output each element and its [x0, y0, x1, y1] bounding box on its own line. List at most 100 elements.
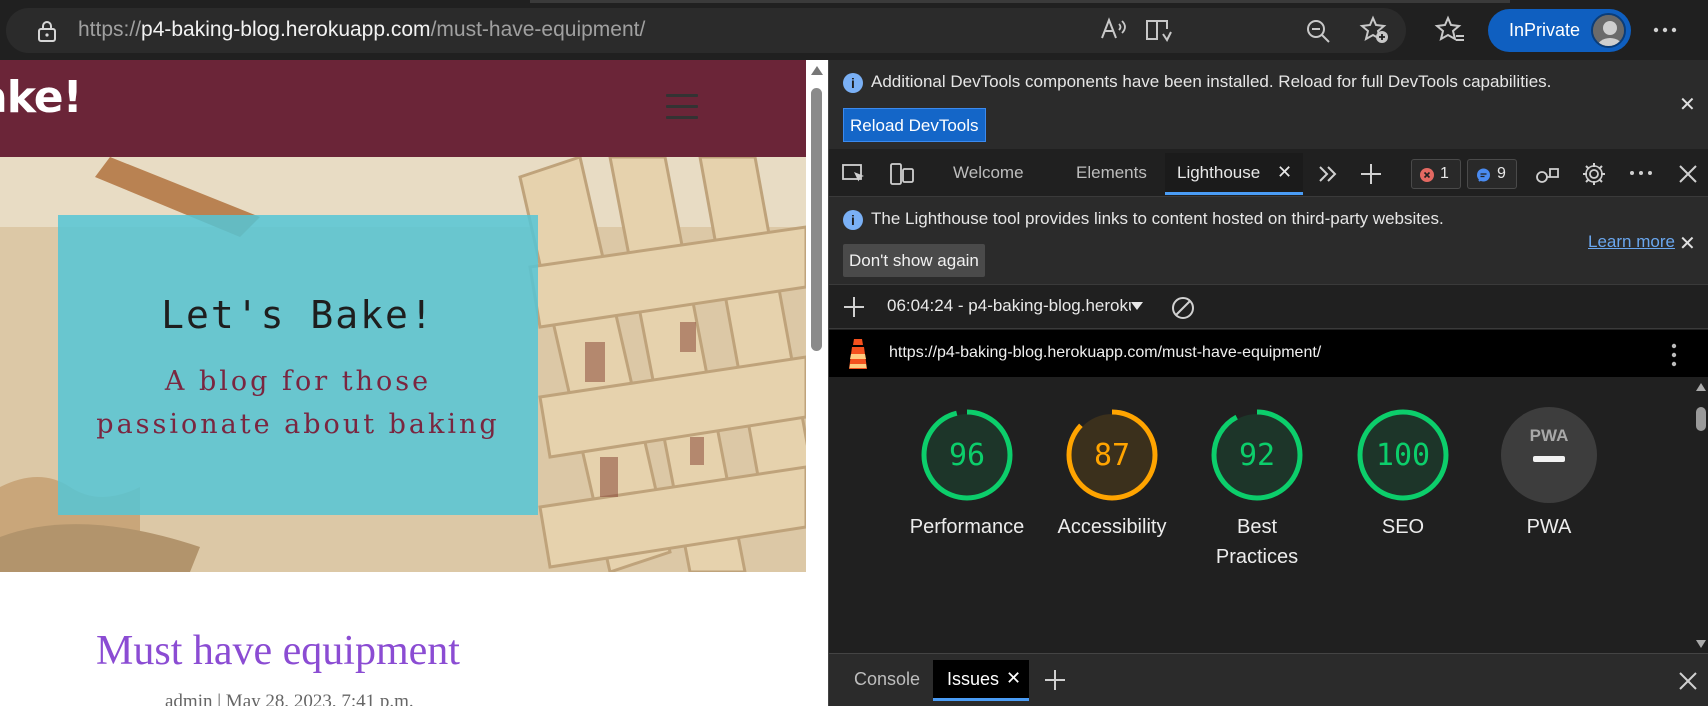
- report-menu-icon[interactable]: [1669, 342, 1679, 368]
- device-emulation-icon[interactable]: [889, 161, 915, 187]
- network-conditions-icon[interactable]: [1534, 161, 1560, 187]
- lock-icon[interactable]: [36, 19, 58, 43]
- post-title: Must have equipment: [96, 628, 460, 674]
- url-text[interactable]: https://p4-baking-blog.herokuapp.com/mus…: [78, 18, 645, 42]
- page-scrollbar[interactable]: [806, 60, 828, 706]
- close-devtools-icon[interactable]: [1677, 163, 1699, 185]
- install-notice-text: Additional DevTools components have been…: [871, 72, 1552, 91]
- pwa-badge-text: PWA: [1530, 426, 1569, 445]
- score-label: Best Practices: [1215, 516, 1299, 568]
- page-scrollbar-thumb[interactable]: [811, 88, 822, 351]
- dont-show-again-button[interactable]: Don't show again: [843, 244, 985, 277]
- close-tab-icon[interactable]: ✕: [1006, 668, 1021, 689]
- lighthouse-notice-text: The Lighthouse tool provides links to co…: [871, 209, 1444, 228]
- drawer-tab-issues[interactable]: Issues ✕: [933, 660, 1029, 701]
- score-label: Accessibility: [1057, 516, 1167, 538]
- score-gauge-performance[interactable]: 96: [919, 407, 1015, 503]
- add-drawer-tab-icon[interactable]: [1043, 668, 1067, 692]
- tab-strip-edge: [530, 0, 1510, 3]
- site-header: ake!: [0, 60, 806, 157]
- close-icon[interactable]: ✕: [1679, 233, 1696, 253]
- browser-toolbar: https://p4-baking-blog.herokuapp.com/mus…: [0, 0, 1708, 60]
- error-icon: [1420, 168, 1434, 182]
- inprivate-button[interactable]: InPrivate: [1488, 9, 1631, 52]
- new-report-plus-icon[interactable]: [843, 296, 865, 318]
- hero-subtitle-line-1: A blog for those: [164, 366, 432, 397]
- scroll-up-arrow-icon[interactable]: [811, 66, 823, 75]
- drawer-tab-console[interactable]: Console: [854, 669, 920, 690]
- site-logo[interactable]: ake!: [0, 72, 83, 123]
- inprivate-label: InPrivate: [1509, 20, 1581, 40]
- drawer-tab-issues-label: Issues: [947, 669, 1000, 689]
- url-path: /must-have-equipment/: [430, 18, 646, 41]
- zoom-out-icon[interactable]: [1303, 16, 1335, 48]
- score-value: 100: [1376, 438, 1430, 473]
- add-tab-icon[interactable]: [1359, 162, 1383, 186]
- profile-avatar: [1591, 13, 1626, 48]
- score-label: PWA: [1526, 516, 1572, 538]
- install-notice-bar: i Additional DevTools components have be…: [829, 60, 1708, 149]
- settings-gear-icon[interactable]: [1581, 161, 1607, 187]
- hero-subtitle-line-2: passionate about baking: [96, 409, 500, 440]
- url-prefix: https://: [78, 18, 142, 41]
- tab-lighthouse-label: Lighthouse: [1177, 163, 1261, 182]
- scroll-up-arrow-icon[interactable]: [1696, 382, 1706, 392]
- inspect-element-icon[interactable]: [841, 162, 867, 186]
- scroll-down-arrow-icon[interactable]: [1696, 639, 1706, 649]
- message-icon: [1477, 168, 1490, 182]
- add-favorite-icon[interactable]: [1359, 14, 1391, 46]
- lighthouse-notice-bar: i The Lighthouse tool provides links to …: [829, 197, 1708, 284]
- tab-lighthouse[interactable]: Lighthouse ✕: [1165, 153, 1303, 195]
- post-meta: admin | May 28, 2023, 7:41 p.m.: [165, 691, 414, 706]
- address-bar[interactable]: https://p4-baking-blog.herokuapp.com/mus…: [6, 8, 1406, 53]
- devtools-tab-bar: Welcome Elements Lighthouse ✕ 1 9: [829, 149, 1708, 197]
- report-toolbar: 06:04:24 - p4-baking-blog.herokuapp.com: [829, 284, 1708, 329]
- more-tabs-chevron-icon[interactable]: [1317, 164, 1339, 184]
- score-value: 92: [1239, 438, 1275, 473]
- report-scrollbar[interactable]: [1693, 377, 1708, 673]
- report-selector[interactable]: 06:04:24 - p4-baking-blog.herokuapp.com: [887, 296, 1131, 320]
- score-value: 87: [1094, 438, 1130, 473]
- score-value: 96: [949, 438, 985, 473]
- score-gauge-pwa[interactable]: PWA: [1501, 407, 1597, 503]
- close-tab-icon[interactable]: ✕: [1277, 162, 1292, 183]
- lighthouse-scores: 96 Performance 87 Accessibility 92 Best Pract…: [829, 377, 1693, 673]
- favorites-icon[interactable]: [1434, 14, 1466, 46]
- read-aloud-icon[interactable]: [1097, 14, 1129, 46]
- pwa-dash: [1533, 456, 1565, 462]
- close-drawer-icon[interactable]: [1678, 671, 1698, 691]
- hero-subtitle: A blog for those passionate about baking: [58, 360, 538, 446]
- customize-more-icon[interactable]: [1628, 163, 1654, 183]
- message-count: 9: [1497, 165, 1506, 182]
- reload-devtools-button[interactable]: Reload DevTools: [843, 108, 986, 142]
- immersive-reader-icon[interactable]: [1143, 14, 1175, 46]
- url-domain: p4-baking-blog.herokuapp.com: [141, 18, 431, 41]
- learn-more-link[interactable]: Learn more: [1588, 232, 1675, 252]
- info-icon: i: [843, 73, 863, 93]
- close-icon[interactable]: ✕: [1679, 94, 1696, 114]
- score-label: Performance: [909, 516, 1025, 538]
- hero-banner: Let's Bake! A blog for those passionate …: [0, 157, 806, 572]
- score-label: SEO: [1381, 516, 1425, 538]
- more-options-icon[interactable]: [1649, 14, 1681, 46]
- report-scrollbar-thumb[interactable]: [1696, 407, 1706, 431]
- clear-reports-icon[interactable]: [1170, 295, 1196, 321]
- dropdown-caret-icon[interactable]: [1131, 302, 1143, 310]
- report-url: https://p4-baking-blog.herokuapp.com/mus…: [889, 344, 1322, 361]
- message-count-badge[interactable]: 9: [1467, 159, 1517, 189]
- info-icon: i: [843, 210, 863, 230]
- error-count-badge[interactable]: 1: [1411, 159, 1461, 189]
- score-gauge-best-practices[interactable]: 92: [1209, 407, 1305, 503]
- report-url-bar: https://p4-baking-blog.herokuapp.com/mus…: [829, 330, 1708, 377]
- error-count: 1: [1440, 165, 1449, 182]
- hero-title: Let's Bake!: [161, 293, 435, 337]
- tab-welcome[interactable]: Welcome: [953, 163, 1024, 183]
- devtools-drawer: Console Issues ✕: [829, 653, 1708, 706]
- tab-elements[interactable]: Elements: [1076, 163, 1147, 183]
- score-gauge-seo[interactable]: 100: [1355, 407, 1451, 503]
- score-gauge-accessibility[interactable]: 87: [1064, 407, 1160, 503]
- lighthouse-logo-icon: [849, 339, 867, 369]
- hero-text-box: Let's Bake! A blog for those passionate …: [58, 215, 538, 515]
- hamburger-menu-icon[interactable]: [666, 94, 698, 120]
- devtools-panel: i Additional DevTools components have be…: [828, 60, 1708, 706]
